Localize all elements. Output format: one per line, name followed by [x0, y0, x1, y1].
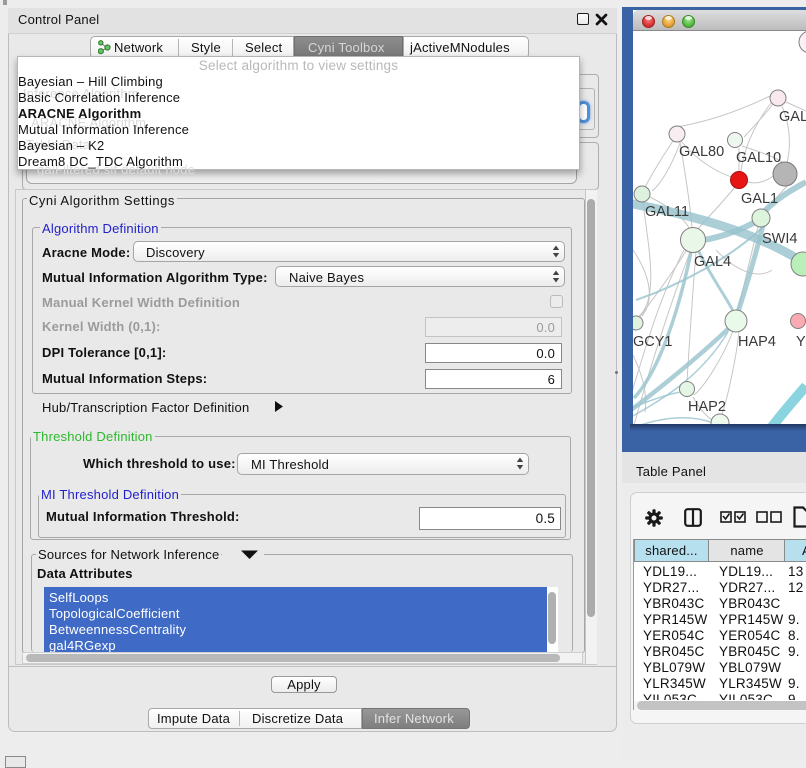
svg-text:GAL4: GAL4: [694, 254, 731, 270]
svg-text:GCY1: GCY1: [633, 334, 673, 350]
svg-text:GAL1: GAL1: [741, 191, 778, 207]
svg-text:HAP4: HAP4: [738, 334, 776, 350]
svg-text:Y: Y: [796, 334, 806, 350]
svg-text:HAP2: HAP2: [688, 399, 726, 415]
svg-text:SWI4: SWI4: [762, 231, 797, 247]
svg-text:GAL11: GAL11: [645, 204, 689, 220]
svg-text:GAL10: GAL10: [736, 150, 781, 166]
svg-text:GAL80: GAL80: [679, 144, 724, 160]
svg-text:GAL7: GAL7: [779, 109, 806, 125]
